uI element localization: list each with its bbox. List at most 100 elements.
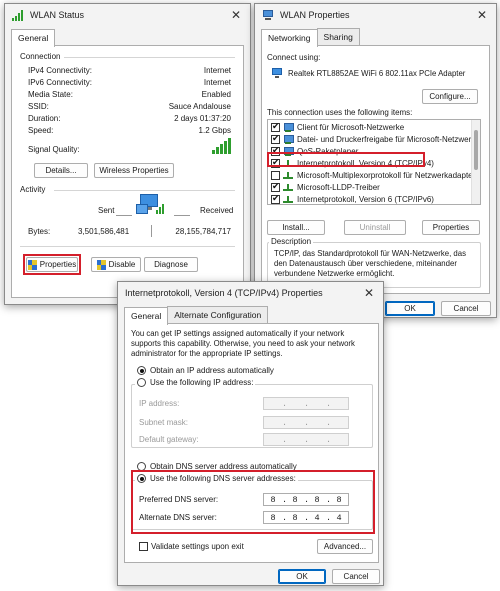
network-adapter-icon xyxy=(262,9,274,21)
validate-settings-checkbox[interactable]: Validate settings upon exit xyxy=(139,542,244,551)
wlan-status-window: WLAN Status ✕ General Connection IPv4 Co… xyxy=(4,3,251,305)
tab-bar: Networking Sharing xyxy=(255,28,496,47)
cancel-button[interactable]: Cancel xyxy=(441,301,491,316)
signal-quality-label: Signal Quality: xyxy=(28,145,80,154)
diagnose-button[interactable]: Diagnose xyxy=(144,257,198,272)
list-item[interactable]: Internetprotokoll, Version 6 (TCP/IPv6) xyxy=(271,193,434,204)
highlight-box-ipv4-item xyxy=(267,152,425,167)
configure-button[interactable]: Configure... xyxy=(422,89,478,104)
ip-address-field[interactable]: ... xyxy=(263,397,349,410)
ipv4-properties-titlebar[interactable]: Internetprotokoll, Version 4 (TCP/IPv4) … xyxy=(118,282,383,304)
activity-heading: Activity xyxy=(20,185,46,194)
shield-icon xyxy=(96,259,106,270)
details-button[interactable]: Details... xyxy=(34,163,88,178)
connect-using-label: Connect using: xyxy=(267,53,321,62)
media-state-label: Media State: xyxy=(28,90,73,99)
use-following-ip-radio[interactable]: Use the following IP address: xyxy=(135,378,256,388)
list-item[interactable]: Microsoft-Multiplexorprotokoll für Netzw… xyxy=(271,169,475,181)
list-item[interactable]: Client für Microsoft-Netzwerke xyxy=(271,121,404,133)
duration-value: 2 days 01:37:20 xyxy=(174,114,231,123)
networking-pane: Connect using: Realtek RTL8852AE WiFi 6 … xyxy=(261,45,490,294)
media-state-value: Enabled xyxy=(201,90,231,99)
tab-bar: General xyxy=(5,28,250,47)
items-label: This connection uses the following items… xyxy=(267,108,413,117)
ipv4-connectivity-label: IPv4 Connectivity: xyxy=(28,66,93,75)
radio-button[interactable] xyxy=(137,378,146,388)
close-icon[interactable]: ✕ xyxy=(468,4,496,26)
highlight-box-properties xyxy=(23,254,81,275)
cancel-button[interactable]: Cancel xyxy=(332,569,380,584)
close-icon[interactable]: ✕ xyxy=(355,282,383,304)
network-icon xyxy=(283,134,294,144)
checkbox[interactable] xyxy=(271,121,280,132)
uninstall-button[interactable]: Uninstall xyxy=(344,220,406,235)
general-pane: Connection IPv4 Connectivity: Internet I… xyxy=(11,45,244,298)
properties-button[interactable]: Properties xyxy=(422,220,480,235)
default-gateway-label: Default gateway: xyxy=(139,435,199,444)
radio-button[interactable] xyxy=(137,366,146,376)
tab-general[interactable]: General xyxy=(11,29,56,47)
bytes-received-value: 28,155,784,717 xyxy=(175,227,231,236)
tab-bar: General Alternate Configuration xyxy=(118,306,383,325)
speed-value: 1.2 Gbps xyxy=(198,126,231,135)
window-title: WLAN Properties xyxy=(280,10,350,20)
advanced-button[interactable]: Advanced... xyxy=(317,539,373,554)
list-item[interactable]: Microsoft-LLDP-Treiber xyxy=(271,181,380,193)
description-text: TCP/IP, das Standardprotokoll für WAN-Ne… xyxy=(274,249,466,278)
highlight-box-dns xyxy=(131,470,375,534)
protocol-icon xyxy=(283,171,293,180)
window-title: WLAN Status xyxy=(30,10,85,20)
intro-text: You can get IP settings assigned automat… xyxy=(131,329,355,358)
list-item[interactable]: Datei- und Druckerfreigabe für Microsoft… xyxy=(271,133,480,145)
checkbox[interactable] xyxy=(271,170,280,180)
speed-label: Speed: xyxy=(28,126,54,135)
checkbox[interactable] xyxy=(271,193,280,204)
ipv4-connectivity-value: Internet xyxy=(203,66,231,75)
ipv4-properties-window: Internetprotokoll, Version 4 (TCP/IPv4) … xyxy=(117,281,384,586)
ipv4-general-pane: You can get IP settings assigned automat… xyxy=(124,323,379,563)
received-label: Received xyxy=(200,206,234,215)
obtain-ip-auto-radio[interactable]: Obtain an IP address automatically xyxy=(137,366,274,376)
wlan-status-titlebar[interactable]: WLAN Status ✕ xyxy=(5,4,250,26)
subnet-mask-label: Subnet mask: xyxy=(139,418,188,427)
sent-label: Sent xyxy=(98,206,115,215)
window-title: Internetprotokoll, Version 4 (TCP/IPv4) … xyxy=(125,288,323,298)
tab-sharing[interactable]: Sharing xyxy=(316,28,360,46)
signal-quality-icon xyxy=(212,138,231,154)
duration-label: Duration: xyxy=(28,114,61,123)
network-icon xyxy=(283,122,294,132)
protocol-icon xyxy=(283,195,293,204)
adapter-icon xyxy=(272,68,282,78)
ipv6-connectivity-value: Internet xyxy=(203,78,231,87)
bytes-sent-value: 3,501,586,481 xyxy=(78,227,130,236)
checkbox[interactable] xyxy=(271,133,280,144)
install-button[interactable]: Install... xyxy=(267,220,325,235)
tab-general[interactable]: General xyxy=(124,307,169,325)
tab-networking[interactable]: Networking xyxy=(261,29,318,47)
close-icon[interactable]: ✕ xyxy=(222,4,250,26)
disable-button-label: Disable xyxy=(108,260,136,269)
network-activity-icon xyxy=(136,194,166,222)
ip-address-label: IP address: xyxy=(139,399,180,408)
checkbox[interactable] xyxy=(271,181,280,192)
ssid-value: Sauce Andalouse xyxy=(168,102,231,111)
ssid-label: SSID: xyxy=(28,102,49,111)
ok-button[interactable]: OK xyxy=(278,569,326,584)
ipv6-connectivity-label: IPv6 Connectivity: xyxy=(28,78,93,87)
connection-heading: Connection xyxy=(20,52,61,61)
list-scrollbar[interactable] xyxy=(471,120,480,204)
subnet-mask-field[interactable]: ... xyxy=(263,416,349,429)
disable-button[interactable]: Disable xyxy=(91,257,141,272)
wireless-properties-button[interactable]: Wireless Properties xyxy=(94,163,174,178)
adapter-name: Realtek RTL8852AE WiFi 6 802.11ax PCIe A… xyxy=(288,69,466,78)
description-heading: Description xyxy=(269,237,314,246)
protocol-icon xyxy=(283,183,293,192)
tab-alternate-configuration[interactable]: Alternate Configuration xyxy=(167,306,269,324)
wlan-properties-window: WLAN Properties ✕ Networking Sharing Con… xyxy=(254,3,497,318)
bytes-label: Bytes: xyxy=(28,227,51,236)
wifi-signal-icon xyxy=(12,9,24,21)
wlan-properties-titlebar[interactable]: WLAN Properties ✕ xyxy=(255,4,496,26)
ok-button[interactable]: OK xyxy=(385,301,435,316)
default-gateway-field[interactable]: ... xyxy=(263,433,349,446)
checkbox[interactable] xyxy=(139,542,148,551)
